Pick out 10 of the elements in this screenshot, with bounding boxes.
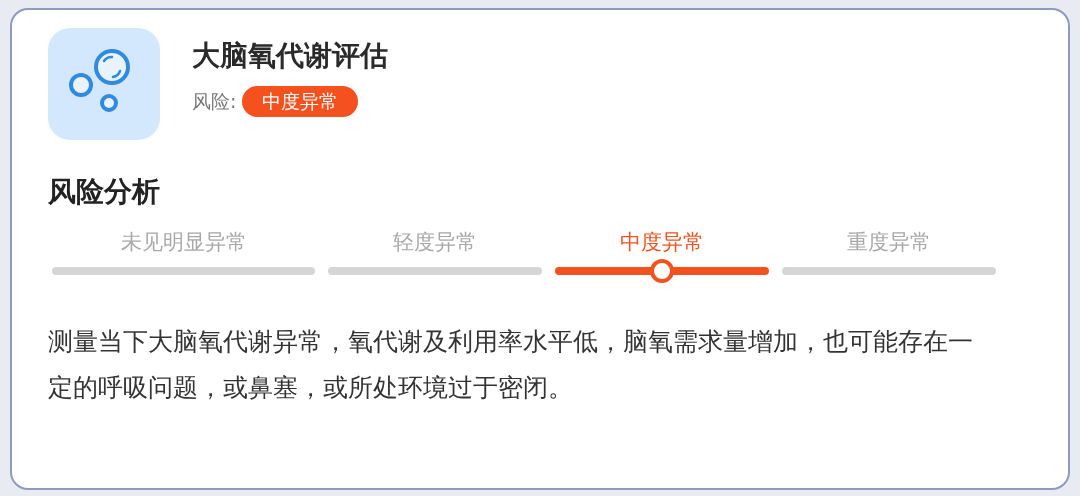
section-title: 风险分析	[48, 178, 161, 206]
bubbles-icon	[48, 28, 160, 140]
risk-badge: 中度异常	[242, 85, 359, 117]
risk-level-label: 轻度异常	[393, 232, 477, 253]
risk-level-label: 重度异常	[847, 232, 931, 253]
description: 测量当下大脑氧代谢异常，氧代谢及利用率水平低，脑氧需求量增加，也可能存在一定的呼吸问题，或鼻塞，或所处环境过于密闭。	[48, 326, 974, 404]
risk-level-label: 中度异常	[620, 232, 704, 253]
risk-level-label: 未见明显异常	[120, 232, 247, 253]
risk-label: 风险:	[192, 88, 237, 114]
title: 大脑氧代谢评估	[192, 41, 388, 70]
